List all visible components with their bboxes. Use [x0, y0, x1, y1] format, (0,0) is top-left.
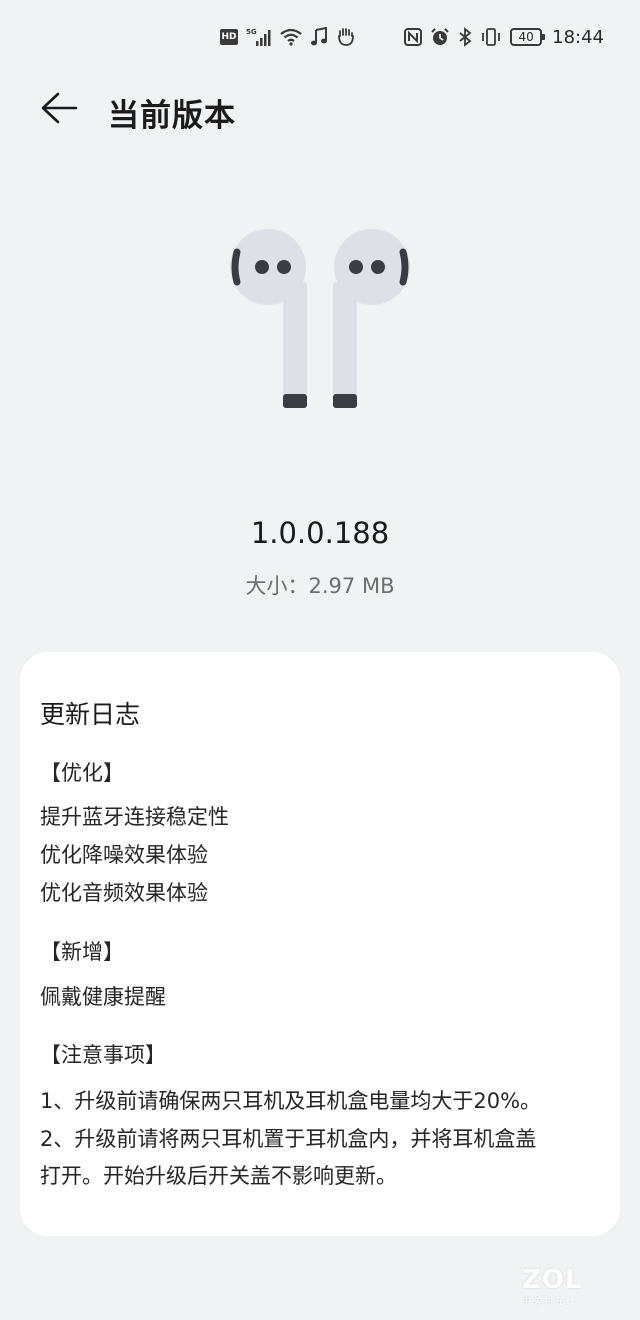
hand-icon	[336, 26, 356, 48]
hd-icon: HD	[220, 29, 238, 45]
screen: HD 5G 40 18:44 当前版本 1.0.0.188 大小：2.97 MB…	[0, 0, 640, 1320]
section-heading-new: 【新增】	[40, 940, 124, 964]
alarm-icon	[430, 26, 450, 48]
nfc-icon	[404, 26, 423, 48]
list-item: 打开。开始升级后开关盖不影响更新。	[40, 1164, 397, 1188]
left-earbud	[230, 229, 307, 408]
list-item: 优化降噪效果体验	[40, 843, 208, 867]
network-label: 5G	[246, 28, 257, 36]
earbuds-icon	[225, 222, 415, 418]
status-left: HD 5G	[220, 26, 356, 48]
vibrate-icon	[480, 26, 502, 48]
page-title: 当前版本	[108, 98, 236, 134]
file-size: 大小：2.97 MB	[245, 574, 395, 598]
watermark-text: ZOL	[522, 1265, 583, 1295]
section-heading-notes: 【注意事项】	[40, 1043, 166, 1067]
battery-icon: 40	[510, 28, 546, 46]
list-item: 1、升级前请确保两只耳机及耳机盒电量均大于20%。	[40, 1089, 542, 1113]
list-item: 提升蓝牙连接稳定性	[40, 805, 229, 829]
list-item: 优化音频效果体验	[40, 881, 208, 905]
status-bar: HD 5G 40 18:44	[0, 0, 640, 76]
changelog-card: 更新日志 【优化】 提升蓝牙连接稳定性 优化降噪效果体验 优化音频效果体验 【新…	[20, 652, 620, 1236]
5g-signal-icon: 5G	[246, 26, 272, 48]
list-item: 佩戴健康提醒	[40, 985, 166, 1009]
wifi-icon	[280, 26, 302, 48]
back-button[interactable]	[38, 90, 82, 126]
arrow-left-icon	[41, 92, 78, 124]
changelog-title: 更新日志	[40, 700, 141, 729]
right-earbud	[333, 229, 410, 408]
status-time: 18:44	[552, 26, 604, 48]
music-note-icon	[310, 26, 328, 48]
bluetooth-icon	[458, 26, 472, 48]
section-heading-optimize: 【优化】	[40, 761, 124, 785]
header: 当前版本	[0, 76, 640, 142]
list-item: 2、升级前请将两只耳机置于耳机盒内，并将耳机盒盖	[40, 1127, 537, 1151]
status-right: 40 18:44	[404, 26, 604, 48]
watermark-subtext: 中关村在线	[522, 1297, 578, 1307]
version-number: 1.0.0.188	[250, 516, 390, 550]
watermark-logo: ZOL 中关村在线	[522, 1266, 600, 1312]
